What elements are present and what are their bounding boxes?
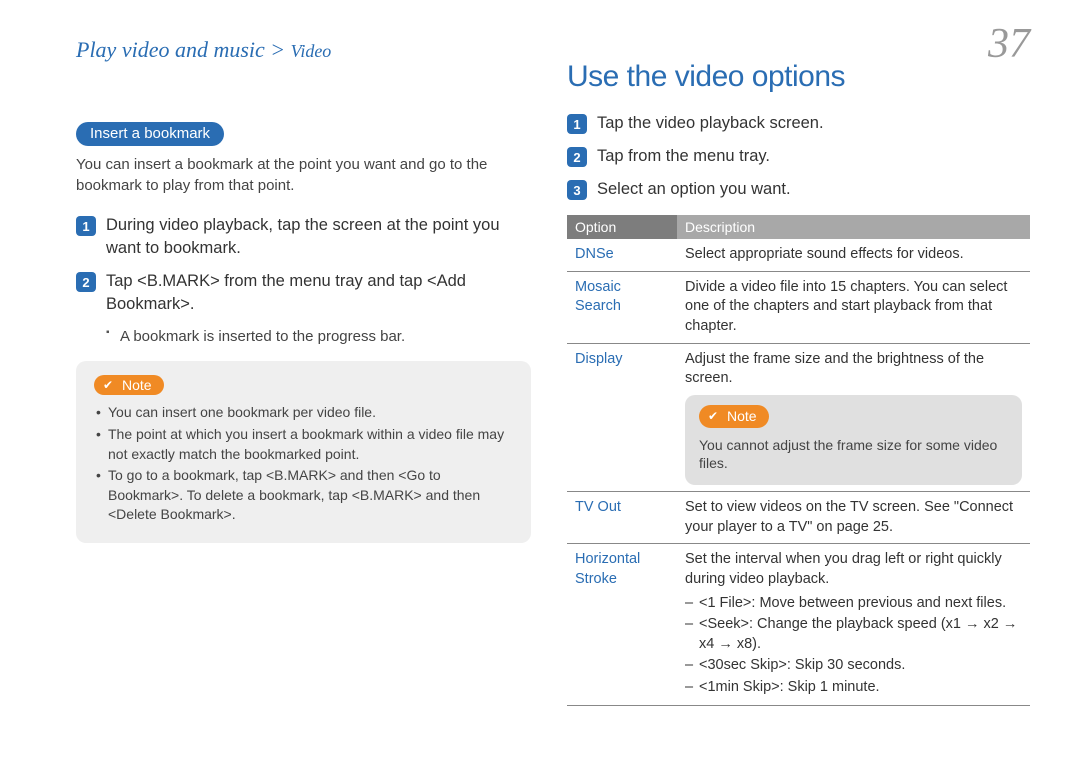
- opt-hstroke-cell: Set the interval when you drag left or r…: [677, 544, 1030, 706]
- display-note-text: You cannot adjust the frame size for som…: [699, 436, 1008, 474]
- breadcrumb-sub: Video: [291, 41, 332, 61]
- left-substep-bullet: A bookmark is inserted to the progress b…: [106, 326, 531, 347]
- list-item: The point at which you insert a bookmark…: [94, 425, 513, 464]
- left-step-1: 1 During video playback, tap the screen …: [76, 214, 531, 260]
- options-table: Option Description DNSe Select appropria…: [567, 215, 1030, 706]
- opt-display-name: Display: [567, 343, 677, 492]
- breadcrumb-sep: >: [265, 37, 291, 62]
- right-step-2-text: Tap from the menu tray.: [597, 145, 770, 168]
- right-step-2: 2 Tap from the menu tray.: [567, 145, 1030, 168]
- th-option: Option: [567, 215, 677, 239]
- opt-dnse-desc: Select appropriate sound effects for vid…: [677, 239, 1030, 271]
- section-title: Use the video options: [567, 60, 1030, 94]
- opt-tvout-name: TV Out: [567, 492, 677, 544]
- breadcrumb-main: Play video and music: [76, 37, 265, 62]
- hstroke-list: <1 File>: Move between previous and next…: [685, 594, 1022, 698]
- left-step-2: 2 Tap <B.MARK> from the menu tray and ta…: [76, 270, 531, 316]
- list-item: You can insert one bookmark per video fi…: [94, 403, 513, 423]
- bookmark-heading-pill: Insert a bookmark: [76, 122, 224, 146]
- right-step-3: 3 Select an option you want.: [567, 178, 1030, 201]
- step-number-icon: 1: [76, 216, 96, 236]
- left-column: Insert a bookmark You can insert a bookm…: [76, 60, 531, 742]
- left-note-box: ✔ Note You can insert one bookmark per v…: [76, 361, 531, 543]
- table-row: Mosaic Search Divide a video file into 1…: [567, 271, 1030, 343]
- step-number-icon: 2: [76, 272, 96, 292]
- right-step-2-span: Tap from the menu tray.: [597, 147, 770, 165]
- table-row: DNSe Select appropriate sound effects fo…: [567, 239, 1030, 271]
- display-note-box: ✔ Note You cannot adjust the frame size …: [685, 395, 1022, 486]
- list-item: <Seek>: Change the playback speed (x1 → …: [685, 615, 1022, 654]
- table-header-row: Option Description: [567, 215, 1030, 239]
- opt-display-cell: Adjust the frame size and the brightness…: [677, 343, 1030, 492]
- right-step-1: 1 Tap the video playback screen.: [567, 112, 1030, 135]
- note-tag: ✔ Note: [699, 405, 769, 428]
- check-icon: ✔: [100, 377, 116, 393]
- step-number-icon: 3: [567, 180, 587, 200]
- list-item: <1 File>: Move between previous and next…: [685, 594, 1022, 614]
- left-step-1-text: During video playback, tap the screen at…: [106, 214, 531, 260]
- table-row: Horizontal Stroke Set the interval when …: [567, 544, 1030, 706]
- left-substep-list: A bookmark is inserted to the progress b…: [106, 326, 531, 347]
- table-row: TV Out Set to view videos on the TV scre…: [567, 492, 1030, 544]
- opt-hstroke-name: Horizontal Stroke: [567, 544, 677, 706]
- opt-mosaic-desc: Divide a video file into 15 chapters. Yo…: [677, 271, 1030, 343]
- left-step-2-text: Tap <B.MARK> from the menu tray and tap …: [106, 270, 531, 316]
- right-column: Use the video options 1 Tap the video pl…: [567, 60, 1030, 742]
- table-row: Display Adjust the frame size and the br…: [567, 343, 1030, 492]
- right-step-3-text: Select an option you want.: [597, 178, 791, 201]
- content-columns: Insert a bookmark You can insert a bookm…: [76, 60, 1030, 742]
- left-note-list: You can insert one bookmark per video fi…: [94, 403, 513, 525]
- step-number-icon: 2: [567, 147, 587, 167]
- check-icon: ✔: [705, 408, 721, 424]
- step-number-icon: 1: [567, 114, 587, 134]
- note-label: Note: [727, 407, 757, 426]
- opt-tvout-desc: Set to view videos on the TV screen. See…: [677, 492, 1030, 544]
- note-tag: ✔ Note: [94, 375, 164, 395]
- list-item: <1min Skip>: Skip 1 minute.: [685, 678, 1022, 698]
- list-item: <30sec Skip>: Skip 30 seconds.: [685, 656, 1022, 676]
- right-step-1-text: Tap the video playback screen.: [597, 112, 824, 135]
- opt-dnse-name: DNSe: [567, 239, 677, 271]
- note-label: Note: [122, 377, 152, 393]
- opt-display-desc: Adjust the frame size and the brightness…: [685, 351, 984, 387]
- th-description: Description: [677, 215, 1030, 239]
- opt-mosaic-name: Mosaic Search: [567, 271, 677, 343]
- list-item: To go to a bookmark, tap <B.MARK> and th…: [94, 466, 513, 525]
- bookmark-intro: You can insert a bookmark at the point y…: [76, 154, 531, 196]
- opt-hstroke-intro: Set the interval when you drag left or r…: [685, 551, 1002, 587]
